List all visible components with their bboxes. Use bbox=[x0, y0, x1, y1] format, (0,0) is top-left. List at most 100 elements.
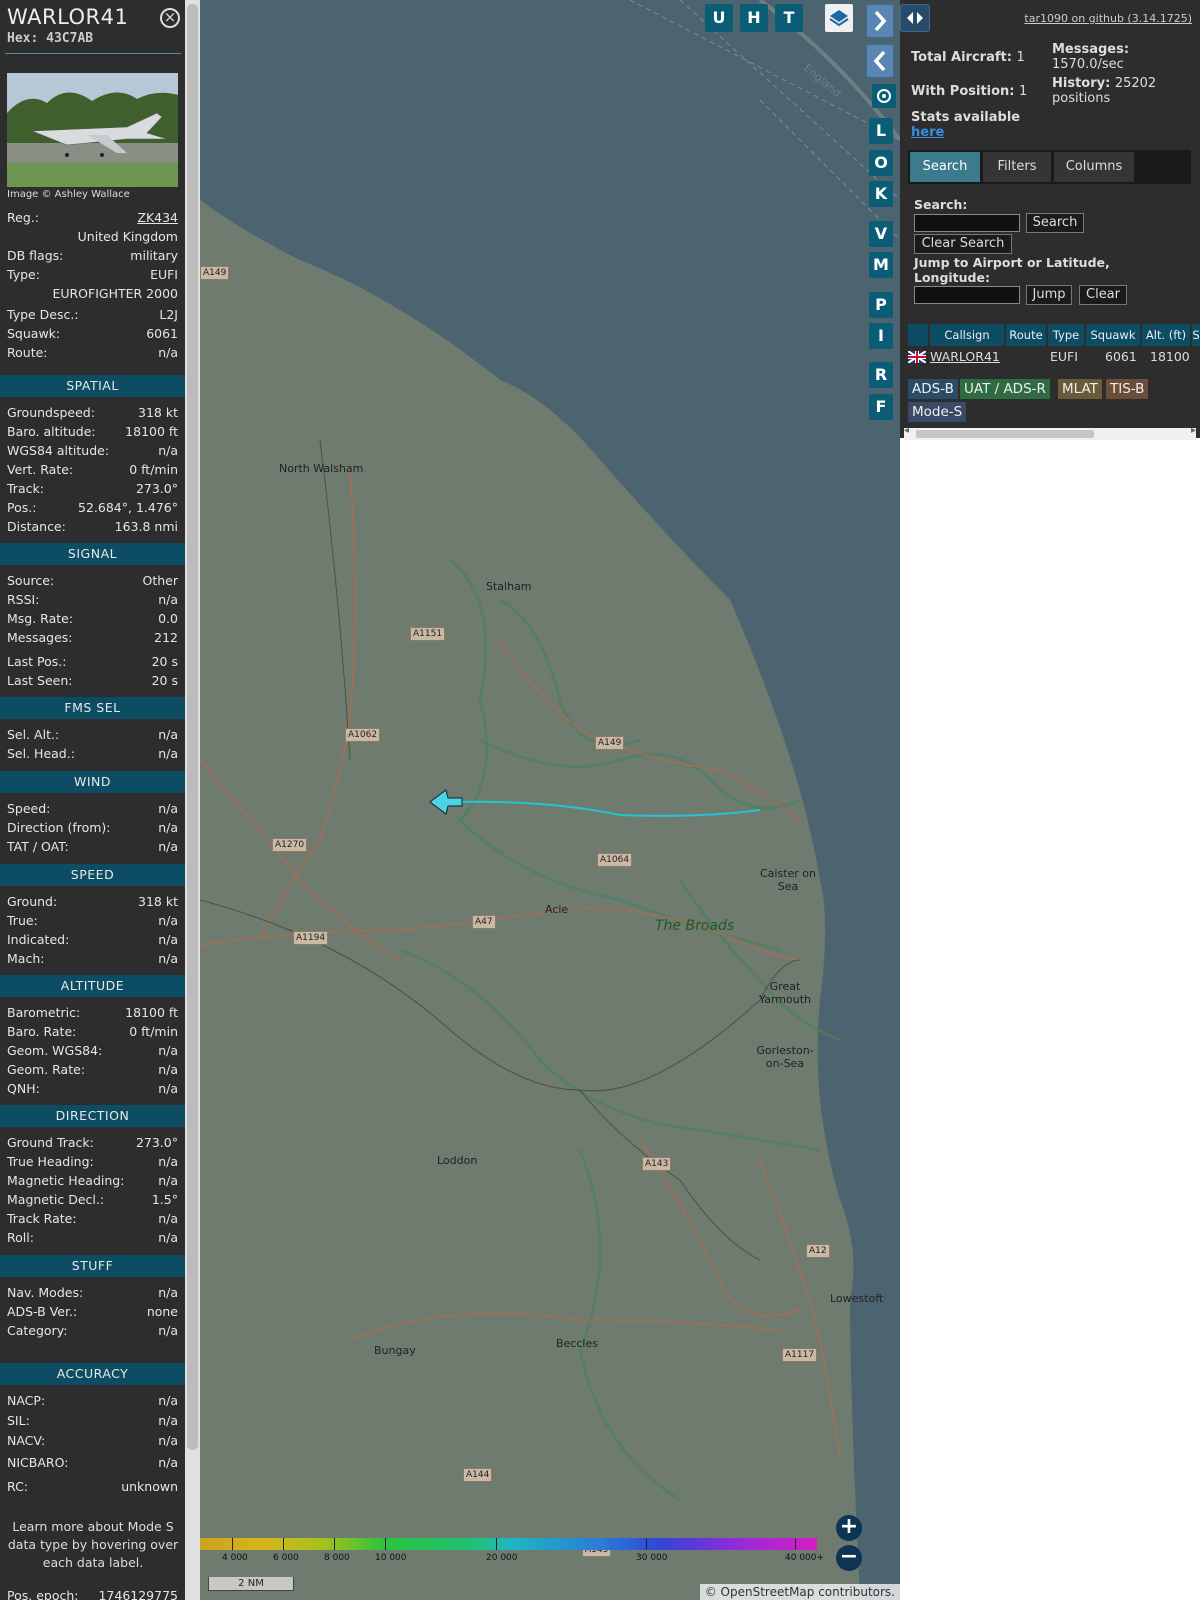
info-label[interactable]: Direction (from): bbox=[7, 820, 111, 835]
search-button[interactable]: Search bbox=[1026, 213, 1084, 233]
side-button-k[interactable]: K bbox=[869, 181, 893, 207]
jump-button[interactable]: Jump bbox=[1026, 285, 1072, 305]
info-label[interactable]: Pos.: bbox=[7, 500, 36, 515]
column-callsign[interactable]: Callsign bbox=[930, 324, 1004, 346]
info-label[interactable]: True Heading: bbox=[7, 1154, 94, 1169]
column-speed[interactable]: S bbox=[1192, 324, 1200, 346]
info-label[interactable]: NACV: bbox=[7, 1433, 45, 1448]
info-label[interactable]: RC: bbox=[7, 1479, 28, 1494]
info-label[interactable]: Last Pos.: bbox=[7, 654, 66, 669]
info-scrollbar[interactable] bbox=[185, 0, 200, 1600]
info-label[interactable]: Groundspeed: bbox=[7, 405, 95, 420]
clear-button[interactable]: Clear bbox=[1079, 285, 1127, 305]
zoom-out-button[interactable]: − bbox=[836, 1545, 862, 1571]
layers-icon[interactable] bbox=[825, 4, 853, 32]
info-label[interactable]: Track: bbox=[7, 481, 44, 496]
info-label[interactable]: Magnetic Decl.: bbox=[7, 1192, 104, 1207]
source-chip[interactable]: ADS-B bbox=[908, 379, 958, 399]
side-button-o[interactable]: O bbox=[869, 150, 893, 176]
source-chip[interactable]: TIS-B bbox=[1106, 379, 1149, 399]
side-button-r[interactable]: R bbox=[869, 362, 893, 388]
info-label[interactable]: Magnetic Heading: bbox=[7, 1173, 124, 1188]
info-label[interactable]: Barometric: bbox=[7, 1005, 80, 1020]
column-type[interactable]: Type bbox=[1048, 324, 1084, 346]
toolbar-button-u[interactable]: U bbox=[705, 4, 733, 32]
zoom-in-button[interactable]: + bbox=[836, 1515, 862, 1541]
tab-search[interactable]: Search bbox=[910, 152, 980, 182]
column-route[interactable]: Route bbox=[1006, 324, 1046, 346]
info-label[interactable]: NACP: bbox=[7, 1393, 45, 1408]
info-label[interactable]: Geom. Rate: bbox=[7, 1062, 85, 1077]
toolbar-button-h[interactable]: H bbox=[740, 4, 768, 32]
settings-gear-icon[interactable] bbox=[872, 84, 896, 108]
map-attribution[interactable]: © OpenStreetMap contributors. bbox=[699, 1584, 900, 1600]
expand-right-icon[interactable] bbox=[866, 4, 894, 38]
side-button-m[interactable]: M bbox=[869, 252, 893, 278]
info-label[interactable]: Type: bbox=[7, 267, 40, 282]
toolbar-button-t[interactable]: T bbox=[775, 4, 803, 32]
info-label[interactable]: Baro. altitude: bbox=[7, 424, 96, 439]
map-view[interactable]: North Walsham Stalham Acle The Broads Caiste… bbox=[200, 0, 900, 1600]
clear-search-button[interactable]: Clear Search bbox=[914, 234, 1012, 254]
info-label[interactable]: Messages: bbox=[7, 630, 73, 645]
info-label[interactable]: Ground: bbox=[7, 894, 57, 909]
info-label[interactable]: True: bbox=[7, 913, 38, 928]
info-label[interactable]: Msg. Rate: bbox=[7, 611, 73, 626]
info-label[interactable]: NICBARO: bbox=[7, 1455, 68, 1470]
info-label[interactable]: Reg.: bbox=[7, 210, 39, 225]
column-squawk[interactable]: Squawk bbox=[1086, 324, 1140, 346]
info-label[interactable]: WGS84 altitude: bbox=[7, 443, 109, 458]
info-label[interactable]: Type Desc.: bbox=[7, 307, 79, 322]
collapse-left-icon[interactable] bbox=[866, 44, 894, 78]
side-button-f[interactable]: F bbox=[869, 394, 893, 420]
info-label[interactable]: Route: bbox=[7, 345, 48, 360]
info-label[interactable]: Speed: bbox=[7, 801, 50, 816]
info-label[interactable]: Mach: bbox=[7, 951, 44, 966]
info-label[interactable]: TAT / OAT: bbox=[7, 839, 69, 854]
info-label[interactable]: DB flags: bbox=[7, 248, 63, 263]
info-label[interactable]: Ground Track: bbox=[7, 1135, 94, 1150]
stats-link[interactable]: here bbox=[911, 125, 1020, 140]
search-input[interactable] bbox=[914, 214, 1020, 232]
row-callsign[interactable]: WARLOR41 bbox=[930, 349, 1000, 364]
close-icon[interactable]: × bbox=[160, 8, 180, 28]
tab-columns[interactable]: Columns bbox=[1054, 152, 1134, 182]
source-chip[interactable]: UAT / ADS-R bbox=[960, 379, 1050, 399]
info-label[interactable]: Vert. Rate: bbox=[7, 462, 73, 477]
info-label[interactable]: Distance: bbox=[7, 519, 66, 534]
side-button-p[interactable]: P bbox=[869, 292, 893, 318]
source-chip[interactable]: Mode-S bbox=[908, 402, 967, 422]
side-button-i[interactable]: I bbox=[869, 323, 893, 349]
info-label[interactable]: Nav. Modes: bbox=[7, 1285, 83, 1300]
info-label[interactable]: RSSI: bbox=[7, 592, 39, 607]
info-label[interactable]: ADS-B Ver.: bbox=[7, 1304, 77, 1319]
info-label[interactable]: Track Rate: bbox=[7, 1211, 77, 1226]
info-label[interactable]: Source: bbox=[7, 573, 54, 588]
toggle-sidebar-icon[interactable] bbox=[900, 4, 930, 32]
info-label[interactable]: Category: bbox=[7, 1323, 67, 1338]
info-label[interactable]: Sel. Head.: bbox=[7, 746, 75, 761]
scroll-right-icon[interactable]: ▸ bbox=[1191, 425, 1196, 436]
tab-filters[interactable]: Filters bbox=[983, 152, 1051, 182]
source-chip[interactable]: MLAT bbox=[1058, 379, 1102, 399]
table-horizontal-scrollbar[interactable]: ◂ ▸ bbox=[904, 425, 1196, 440]
info-label[interactable]: Last Seen: bbox=[7, 673, 72, 688]
scroll-left-icon[interactable]: ◂ bbox=[904, 425, 909, 436]
info-label[interactable]: QNH: bbox=[7, 1081, 40, 1096]
info-label[interactable]: Baro. Rate: bbox=[7, 1024, 76, 1039]
info-label[interactable]: Roll: bbox=[7, 1230, 34, 1245]
info-value[interactable]: ZK434 bbox=[137, 210, 178, 225]
column-altitude[interactable]: Alt. (ft) bbox=[1142, 324, 1190, 346]
jump-input[interactable] bbox=[914, 286, 1020, 304]
info-label[interactable]: SIL: bbox=[7, 1413, 30, 1428]
side-button-v[interactable]: V bbox=[869, 221, 893, 247]
side-button-l[interactable]: L bbox=[869, 118, 893, 144]
aircraft-photo[interactable] bbox=[7, 73, 178, 187]
info-label[interactable]: Geom. WGS84: bbox=[7, 1043, 102, 1058]
scrollbar-thumb[interactable] bbox=[916, 430, 1094, 438]
github-link[interactable]: tar1090 on github (3.14.1725) bbox=[1024, 12, 1192, 25]
info-label[interactable]: Indicated: bbox=[7, 932, 69, 947]
column-flag[interactable] bbox=[908, 324, 928, 346]
scrollbar-thumb[interactable] bbox=[187, 4, 198, 1450]
info-label[interactable]: Sel. Alt.: bbox=[7, 727, 59, 742]
